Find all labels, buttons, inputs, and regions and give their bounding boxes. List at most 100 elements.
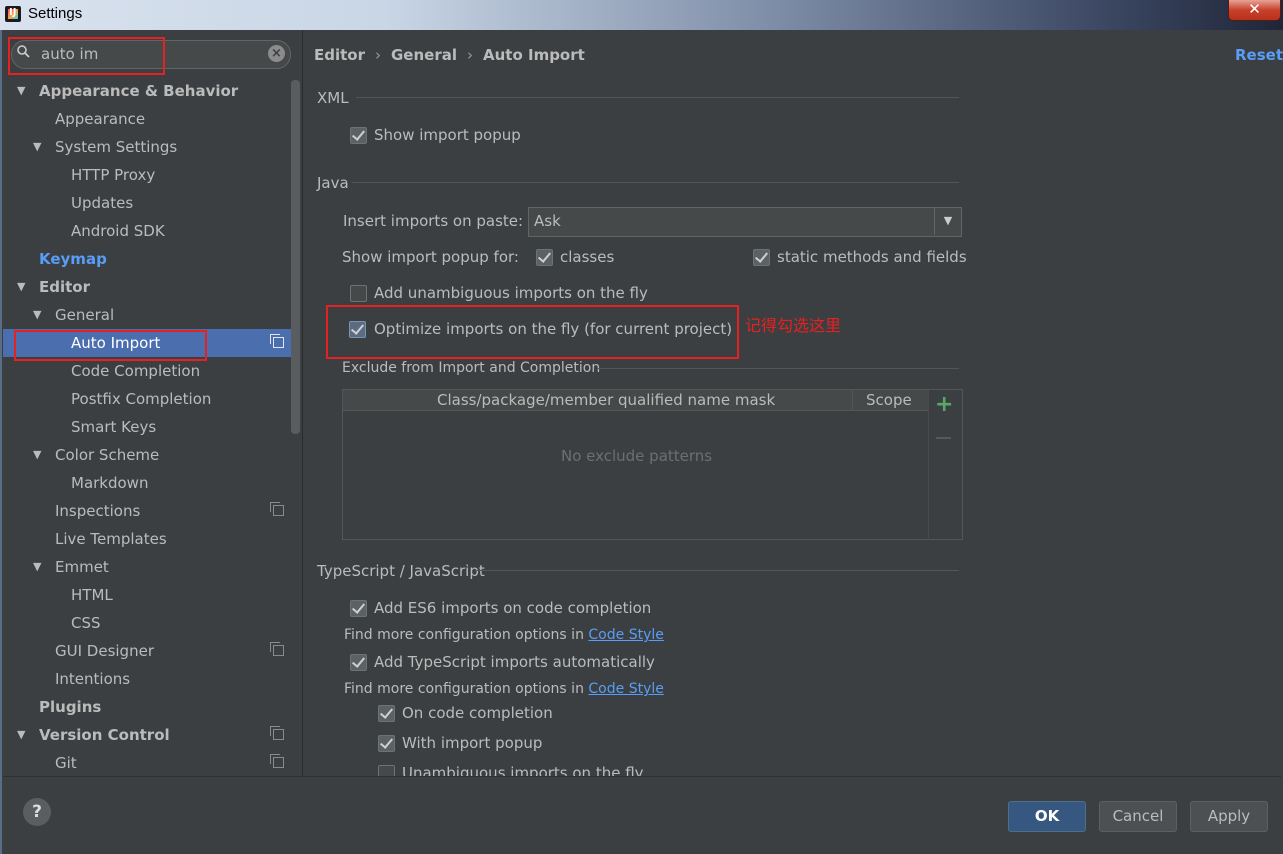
tree-item[interactable]: Android SDK (3, 217, 292, 245)
project-scope-icon (270, 726, 284, 740)
with-import-popup-checkbox[interactable] (378, 735, 395, 752)
tree-item[interactable]: HTTP Proxy (3, 161, 292, 189)
tree-item-label: HTTP Proxy (71, 166, 156, 184)
tree-item[interactable]: Smart Keys (3, 413, 292, 441)
project-scope-icon (270, 754, 284, 768)
tree-item-label: Smart Keys (71, 418, 157, 436)
classes-checkbox[interactable] (536, 249, 553, 266)
help-button[interactable]: ? (23, 798, 51, 826)
clipped-row: Unambiguous imports on the fly (305, 762, 1275, 776)
static-methods-label[interactable]: static methods and fields (777, 248, 967, 266)
breadcrumb-separator: › (467, 46, 473, 64)
breadcrumb-item: General (391, 46, 457, 64)
find-more-text: Find more configuration options in Code … (344, 627, 664, 643)
tree-item[interactable]: Live Templates (3, 525, 292, 553)
dropdown-arrow-icon[interactable]: ▼ (934, 207, 961, 235)
code-style-link[interactable]: Code Style (588, 627, 663, 643)
tree-item[interactable]: ▼ System Settings (3, 133, 292, 161)
expand-arrow-icon[interactable]: ▼ (33, 301, 45, 329)
project-scope-icon (270, 334, 284, 348)
bottom-divider (3, 776, 1281, 777)
show-import-popup-label[interactable]: Show import popup (374, 126, 521, 144)
tree-item-label: Updates (71, 194, 134, 212)
expand-arrow-icon[interactable]: ▼ (33, 133, 45, 161)
expand-arrow-icon[interactable]: ▼ (17, 721, 29, 749)
expand-arrow-icon[interactable]: ▼ (17, 77, 29, 105)
tree-item-label: Postfix Completion (71, 390, 212, 408)
ts-auto-imports-label[interactable]: Add TypeScript imports automatically (374, 653, 655, 671)
tree-item[interactable]: ▼ Appearance & Behavior (3, 77, 292, 105)
unambiguous-checkbox[interactable] (378, 765, 395, 776)
clear-search-icon[interactable]: × (268, 45, 285, 62)
project-scope-icon (270, 502, 284, 516)
section-divider (597, 368, 959, 369)
tree-item[interactable]: CSS (3, 609, 292, 637)
column-header-name[interactable]: Class/package/member qualified name mask (437, 391, 775, 409)
tree-item[interactable]: ▼ Color Scheme (3, 441, 292, 469)
tree-item-label: CSS (71, 614, 101, 632)
column-header-scope[interactable]: Scope (866, 391, 912, 409)
tree-item[interactable]: Code Completion (3, 357, 292, 385)
es6-imports-label[interactable]: Add ES6 imports on code completion (374, 599, 651, 617)
tree-item-label: HTML (71, 586, 113, 604)
unambiguous-label[interactable]: Unambiguous imports on the fly (402, 764, 644, 776)
on-code-completion-checkbox[interactable] (378, 705, 395, 722)
tree-item[interactable]: Git (3, 749, 292, 777)
tree-item[interactable]: ▼ General (3, 301, 292, 329)
tree-item-label: Live Templates (55, 530, 167, 548)
static-methods-checkbox[interactable] (753, 249, 770, 266)
show-import-popup-checkbox[interactable] (350, 127, 367, 144)
cancel-button[interactable]: Cancel (1099, 801, 1177, 832)
tree-item-label: Inspections (55, 502, 141, 520)
tree-item[interactable]: ▼ Emmet (3, 553, 292, 581)
insert-on-paste-dropdown[interactable] (528, 207, 962, 237)
reset-link[interactable]: Reset (1235, 46, 1283, 64)
add-unambiguous-label[interactable]: Add unambiguous imports on the fly (374, 284, 648, 302)
tree-item[interactable]: ▼ Editor (3, 273, 292, 301)
tree-item-label: Appearance (55, 110, 146, 128)
ts-auto-imports-checkbox[interactable] (350, 654, 367, 671)
es6-imports-checkbox[interactable] (350, 600, 367, 617)
apply-button[interactable]: Apply (1190, 801, 1268, 832)
tree-item[interactable]: Appearance (3, 105, 292, 133)
close-button[interactable]: ✕ (1228, 0, 1281, 21)
tree-item-label: Version Control (39, 726, 170, 744)
ok-button[interactable]: OK (1008, 801, 1086, 832)
with-import-popup-label[interactable]: With import popup (402, 734, 542, 752)
tree-item[interactable]: Intentions (3, 665, 292, 693)
add-pattern-icon[interactable]: + (935, 393, 953, 417)
on-code-completion-label[interactable]: On code completion (402, 704, 553, 722)
tree-scrollbar[interactable] (291, 80, 300, 434)
section-title-ts: TypeScript / JavaScript (317, 562, 485, 580)
tree-item-label: System Settings (55, 138, 178, 156)
tree-item-label: Emmet (55, 558, 109, 576)
tree-item[interactable]: Keymap (3, 245, 292, 273)
breadcrumb: Editor › General › Auto Import (314, 46, 585, 64)
expand-arrow-icon[interactable]: ▼ (33, 441, 45, 469)
expand-arrow-icon[interactable]: ▼ (17, 273, 29, 301)
tree-item[interactable]: Updates (3, 189, 292, 217)
tree-item[interactable]: Plugins (3, 693, 292, 721)
insert-on-paste-value[interactable]: Ask (534, 212, 561, 230)
tree-item[interactable]: Postfix Completion (3, 385, 292, 413)
exclude-title: Exclude from Import and Completion (342, 360, 601, 376)
project-scope-icon (270, 642, 284, 656)
tree-item-label: Editor (39, 278, 90, 296)
column-divider (852, 390, 853, 410)
tree-item-label: Plugins (39, 698, 102, 716)
tree-item-label: Intentions (55, 670, 131, 688)
remove-pattern-icon[interactable] (936, 437, 951, 439)
insert-on-paste-label: Insert imports on paste: (343, 212, 524, 230)
find-more-label: Find more configuration options in (344, 627, 584, 643)
add-unambiguous-checkbox[interactable] (350, 285, 367, 302)
tree-item[interactable]: GUI Designer (3, 637, 292, 665)
tree-item[interactable]: HTML (3, 581, 292, 609)
tree-item[interactable]: Inspections (3, 497, 292, 525)
classes-label[interactable]: classes (560, 248, 614, 266)
code-style-link[interactable]: Code Style (588, 681, 663, 697)
find-more-text: Find more configuration options in Code … (344, 681, 664, 697)
expand-arrow-icon[interactable]: ▼ (33, 553, 45, 581)
tree-item[interactable]: Markdown (3, 469, 292, 497)
table-toolbar-divider (928, 390, 929, 538)
tree-item[interactable]: ▼ Version Control (3, 721, 292, 749)
